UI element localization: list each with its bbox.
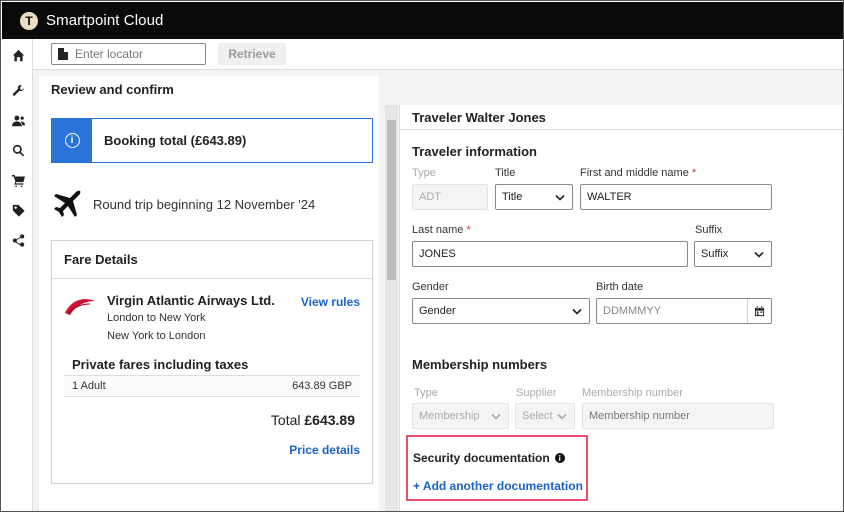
- chevron-down-icon: [557, 412, 567, 420]
- birth-date-label: Birth date: [596, 281, 644, 293]
- info-icon: i: [64, 133, 80, 148]
- chevron-down-icon: [491, 412, 501, 420]
- cart-icon[interactable]: [11, 173, 25, 187]
- chevron-down-icon: [572, 307, 582, 315]
- fare-total: Total £643.89: [271, 412, 355, 428]
- chevron-down-icon: [754, 250, 764, 258]
- calendar-icon[interactable]: [747, 299, 771, 323]
- wrench-icon[interactable]: [11, 83, 25, 97]
- search-icon[interactable]: [11, 143, 25, 157]
- virgin-atlantic-logo-icon: [65, 299, 95, 315]
- type-field: ADT: [412, 184, 488, 210]
- booking-total: Booking total (£643.89): [104, 133, 247, 148]
- fare-row: 1 Adult 643.89 GBP: [64, 375, 360, 397]
- membership-type-select: Membership: [412, 403, 509, 429]
- gender-label: Gender: [412, 281, 449, 293]
- security-title: Security documentation i: [413, 451, 565, 465]
- type-label: Type: [412, 167, 436, 179]
- airline-name: Virgin Atlantic Airways Ltd.: [107, 293, 275, 308]
- membership-type-label: Type: [414, 387, 438, 399]
- membership-title: Membership numbers: [412, 357, 548, 372]
- title-label: Title: [495, 167, 516, 179]
- add-documentation-link[interactable]: + Add another documentation: [413, 479, 583, 493]
- passenger-amount: 643.89 GBP: [292, 380, 352, 392]
- trip-summary-text: Round trip beginning 12 November '24: [93, 196, 316, 212]
- total-value: £643.89: [304, 412, 355, 428]
- route-return: New York to London: [107, 330, 206, 342]
- tag-icon[interactable]: [11, 203, 25, 217]
- price-details-link[interactable]: Price details: [289, 443, 360, 457]
- locator-placeholder: Enter locator: [75, 47, 144, 61]
- route-outbound: London to New York: [107, 312, 206, 324]
- membership-number-input: Membership number: [582, 403, 774, 429]
- view-rules-link[interactable]: View rules: [301, 295, 360, 309]
- supplier-select: Select: [515, 403, 575, 429]
- app-title: Smartpoint Cloud: [46, 12, 164, 29]
- first-name-input[interactable]: WALTER: [580, 184, 772, 210]
- top-bar: T Smartpoint Cloud: [2, 2, 843, 39]
- total-label: Total: [270, 412, 301, 428]
- chevron-down-icon: [555, 193, 565, 201]
- airplane-icon: [54, 190, 81, 217]
- info-icon[interactable]: i: [554, 453, 565, 463]
- document-icon: [58, 48, 68, 60]
- page-title: Review and confirm: [51, 82, 174, 97]
- gender-select[interactable]: Gender: [412, 298, 590, 324]
- fare-details-title: Fare Details: [52, 241, 372, 279]
- membership-number-label: Membership number: [582, 387, 683, 399]
- birth-date-input[interactable]: DDMMMYY: [596, 298, 772, 324]
- app-logo-icon: T: [20, 11, 38, 30]
- locator-input[interactable]: Enter locator: [51, 43, 206, 65]
- retrieve-button[interactable]: Retrieve: [218, 43, 286, 65]
- first-name-label: First and middle name *: [580, 167, 697, 179]
- last-name-label: Last name *: [412, 224, 471, 236]
- home-icon[interactable]: [11, 48, 25, 62]
- trip-summary: Round trip beginning 12 November '24: [51, 188, 315, 220]
- traveler-header: Traveler Walter Jones: [400, 105, 843, 130]
- info-icon-box: i: [52, 119, 92, 162]
- fare-details-card: Fare Details Virgin Atlantic Airways Ltd…: [51, 240, 373, 484]
- last-name-input[interactable]: JONES: [412, 241, 688, 267]
- suffix-label: Suffix: [695, 224, 723, 236]
- scrollbar-thumb[interactable]: [387, 120, 396, 280]
- share-icon[interactable]: [11, 233, 25, 247]
- passenger-label: 1 Adult: [72, 380, 106, 392]
- traveler-info-title: Traveler information: [412, 144, 537, 159]
- security-documentation-section: Security documentation i + Add another d…: [406, 435, 588, 501]
- users-icon[interactable]: [11, 113, 25, 127]
- supplier-label: Supplier: [516, 387, 557, 399]
- title-select[interactable]: Title: [495, 184, 573, 210]
- review-panel: Review and confirm i Booking total (£643…: [39, 76, 379, 511]
- suffix-select[interactable]: Suffix: [694, 241, 772, 267]
- main-content: Review and confirm i Booking total (£643…: [33, 70, 843, 511]
- app-window: T Smartpoint Cloud Enter locator Retriev…: [0, 0, 844, 512]
- fares-heading: Private fares including taxes: [72, 357, 249, 372]
- traveler-panel: Traveler Walter Jones Traveler informati…: [399, 105, 843, 511]
- sidebar: [2, 39, 33, 511]
- booking-total-banner: i Booking total (£643.89): [51, 118, 373, 163]
- locator-bar: Enter locator Retrieve: [33, 39, 843, 70]
